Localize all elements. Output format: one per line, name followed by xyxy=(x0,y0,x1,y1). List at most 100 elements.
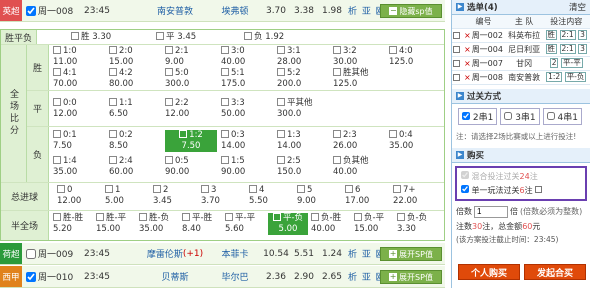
bet-option[interactable]: 0 12.00 xyxy=(57,185,97,207)
bet-option[interactable]: 2 3.45 xyxy=(153,185,193,207)
remove-icon[interactable]: × xyxy=(464,73,471,82)
goals-label: 总进球 xyxy=(1,182,49,210)
mix-option[interactable]: 混合投注过关24注 xyxy=(461,170,581,182)
score-row-draw: 平 xyxy=(27,90,49,126)
bet-option[interactable]: 平-平 5.60 xyxy=(225,213,265,235)
away-team[interactable]: 埃弗顿 xyxy=(210,0,260,21)
personal-buy-button[interactable]: 个人购买 xyxy=(458,264,520,280)
bet-option[interactable]: 胜-平 15.00 xyxy=(96,213,136,235)
bet-option[interactable]: 1:5 90.00 xyxy=(221,156,273,178)
bet-option[interactable]: 负-平 15.00 xyxy=(354,213,394,235)
remove-icon[interactable]: × xyxy=(464,59,471,68)
bet-option[interactable]: 胜其他 125.0 xyxy=(333,68,385,90)
bet-option[interactable]: 1:0 11.00 xyxy=(53,46,105,68)
bet-option[interactable]: 2:4 60.00 xyxy=(109,156,161,178)
bet-option[interactable]: 4:0 125.0 xyxy=(389,46,441,68)
score-row-win: 胜 xyxy=(27,44,49,90)
bet-option[interactable]: 3:3 50.00 xyxy=(221,98,273,120)
pass-header: ▶ 过关方式 xyxy=(452,88,590,104)
bet-option[interactable]: 4:1 70.00 xyxy=(53,68,105,90)
wdl-lose[interactable]: 负 1.92 xyxy=(244,32,284,43)
bet-option[interactable]: 2:3 26.00 xyxy=(333,130,385,152)
toggle-sp-button[interactable]: + 展开SP值 xyxy=(380,270,442,284)
bet-option[interactable]: 3:1 28.00 xyxy=(277,46,329,68)
bet-option[interactable]: 5 9.00 xyxy=(297,185,337,207)
bet-option[interactable]: 1:3 14.00 xyxy=(277,130,329,152)
match-checkbox[interactable] xyxy=(26,5,36,16)
remove-icon[interactable]: × xyxy=(464,31,471,40)
bet-option[interactable]: 2:1 9.00 xyxy=(165,46,217,68)
bet-option[interactable]: 胜-胜 5.20 xyxy=(53,213,93,235)
match-code: 周一009 xyxy=(38,250,74,260)
multiple-input[interactable] xyxy=(474,205,508,218)
away-team[interactable]: 本菲卡 xyxy=(210,243,260,264)
bet-option[interactable]: 负其他 40.00 xyxy=(333,156,385,178)
bet-option[interactable]: 2:5 150.0 xyxy=(277,156,329,178)
bet-option[interactable]: 0:4 35.00 xyxy=(389,130,441,152)
bet-option[interactable]: 1:2 7.50 xyxy=(165,130,217,152)
pass-note: 注：请选择2场比赛或以上进行投注! xyxy=(456,131,577,141)
bet-option[interactable]: 5:1 175.0 xyxy=(221,68,273,90)
bet-option[interactable]: 7+ 22.00 xyxy=(393,185,433,207)
match-row: 荷超 周一009 23:45 摩雷伦斯 (+1) 本菲卡 10.54 5.51 1… xyxy=(0,243,445,265)
bet-option[interactable]: 3 3.70 xyxy=(201,185,241,207)
toggle-sp-button[interactable]: + 展开SP值 xyxy=(380,247,442,261)
selection-row: ×周一002 科英布拉胜 2:1 3 xyxy=(452,28,590,43)
wdl-win[interactable]: 胜 3.30 xyxy=(71,32,111,43)
single-option[interactable]: 单一玩法过关6注 xyxy=(461,184,581,196)
remove-icon[interactable]: × xyxy=(464,45,471,54)
arrow-icon: ▶ xyxy=(456,3,464,11)
pass-options: 2串1 3串1 4串1 xyxy=(452,104,590,129)
bet-option[interactable]: 5:0 300.0 xyxy=(165,68,217,90)
bet-option[interactable]: 平其他 300.0 xyxy=(277,98,329,120)
arrow-icon: ▶ xyxy=(456,91,464,100)
group-buy-button[interactable]: 发起合买 xyxy=(524,264,586,280)
minus-icon: − xyxy=(389,6,398,15)
bet-option[interactable]: 0:2 8.50 xyxy=(109,130,161,152)
row-checkbox[interactable] xyxy=(452,45,460,53)
home-team[interactable]: 贝蒂斯 xyxy=(150,266,200,287)
pass-3x1[interactable]: 3串1 xyxy=(500,107,540,125)
wdl-draw[interactable]: 平 3.45 xyxy=(156,32,196,43)
bet-option[interactable]: 5:2 200.0 xyxy=(277,68,329,90)
bet-option[interactable]: 4 5.50 xyxy=(249,185,289,207)
bet-option[interactable]: 1 5.00 xyxy=(105,185,145,207)
bet-option[interactable]: 4:2 80.00 xyxy=(109,68,161,90)
bet-option[interactable]: 0:0 12.00 xyxy=(53,98,105,120)
odd-lose: 2.65 xyxy=(321,271,343,282)
bet-option[interactable]: 负-胜 40.00 xyxy=(311,213,351,235)
pass-4x1[interactable]: 4串1 xyxy=(542,107,582,125)
bet-option[interactable]: 负-负 3.30 xyxy=(397,213,437,235)
home-team[interactable]: 摩雷伦斯 (+1) xyxy=(144,243,206,264)
clear-link[interactable]: 清空 xyxy=(569,1,586,13)
bet-option[interactable]: 1:1 6.50 xyxy=(109,98,161,120)
row-checkbox[interactable] xyxy=(452,59,460,67)
multiple-row: 倍数 倍 (倍数必须为整数) xyxy=(452,204,590,220)
bet-option[interactable]: 0:1 7.50 xyxy=(53,130,105,152)
home-team[interactable]: 南安普敦 xyxy=(150,0,200,21)
bet-option[interactable]: 平-胜 8.40 xyxy=(182,213,222,235)
away-team[interactable]: 毕尔巴 xyxy=(210,266,260,287)
bet-option[interactable]: 2:2 12.00 xyxy=(165,98,217,120)
bet-slip-panel: ▶ 选单(4) 清空 编号主 队投注内容 ×周一002 科英布拉胜 2:1 3 ×周一… xyxy=(451,0,590,288)
selection-row: ×周一004 尼日利亚胜 2:1 3 xyxy=(452,42,590,57)
row-checkbox[interactable] xyxy=(452,31,460,39)
toggle-sp-button[interactable]: − 隐藏sp值 xyxy=(380,4,442,18)
match-checkbox[interactable] xyxy=(26,271,36,282)
wdl-label: 胜平负 xyxy=(1,30,37,44)
row-checkbox[interactable] xyxy=(452,73,460,81)
bet-option[interactable]: 0:3 14.00 xyxy=(221,130,273,152)
odd-draw: 5.51 xyxy=(293,248,315,259)
bet-option[interactable]: 胜-负 35.00 xyxy=(139,213,179,235)
odd-lose: 1.98 xyxy=(321,5,343,16)
bet-option[interactable]: 2:0 15.00 xyxy=(109,46,161,68)
match-list: 英超 周一008 23:45 南安普敦 埃弗顿 3.70 3.38 1.98 析… xyxy=(0,0,445,288)
bet-option[interactable]: 1:4 35.00 xyxy=(53,156,105,178)
bet-option[interactable]: 0:5 90.00 xyxy=(165,156,217,178)
bet-option[interactable]: 平-负 5.00 xyxy=(268,213,308,235)
match-checkbox[interactable] xyxy=(26,248,36,259)
bet-option[interactable]: 3:0 40.00 xyxy=(221,46,273,68)
pass-2x1[interactable]: 2串1 xyxy=(458,107,498,125)
bet-option[interactable]: 3:2 30.00 xyxy=(333,46,385,68)
bet-option[interactable]: 6 17.00 xyxy=(345,185,385,207)
